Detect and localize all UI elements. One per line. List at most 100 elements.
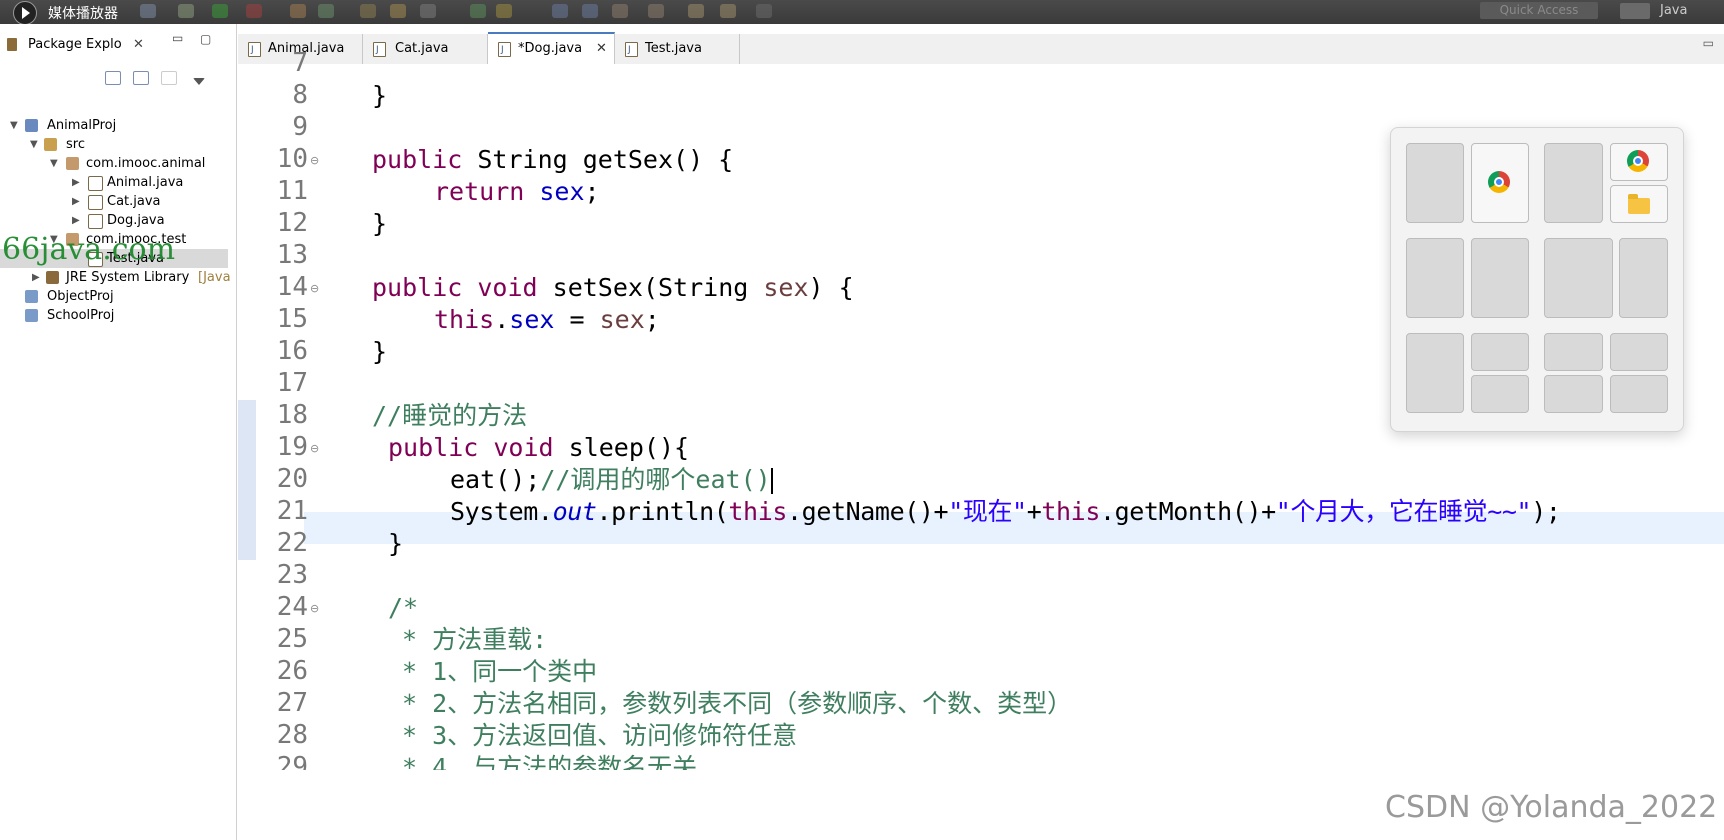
tree-node-schoolproj[interactable]: SchoolProj (0, 306, 236, 325)
comment-token: * 4、与方法的参数名无关 (402, 753, 698, 770)
maximize-button[interactable]: ▢ (200, 32, 211, 46)
fold-icon[interactable]: ⊖ (310, 442, 319, 455)
view-menu-icon[interactable] (193, 78, 205, 85)
next-annotation-icon[interactable] (612, 4, 628, 18)
code-token: setSex(String (537, 273, 764, 302)
tab-label: Test.java (645, 41, 702, 56)
editor-tab-bar: Animal.java Cat.java *Dog.java ✕ Test.ja… (238, 32, 1724, 65)
package-explorer-tab-label: Package Explo (28, 37, 122, 52)
open-perspective-button[interactable] (1620, 3, 1650, 19)
code-token: .println( (596, 497, 729, 526)
folder-icon[interactable] (390, 4, 406, 18)
java-file-icon (88, 195, 103, 210)
expand-arrow-icon[interactable]: ▶ (72, 173, 80, 192)
snap-zone[interactable] (1471, 333, 1529, 371)
snap-zone[interactable] (1544, 375, 1603, 413)
snap-zone[interactable] (1406, 333, 1464, 413)
snap-zone[interactable] (1406, 238, 1464, 318)
comment-token: * 2、方法名相同，参数列表不同（参数顺序、个数、类型） (402, 689, 1073, 718)
expand-arrow-icon[interactable]: ▶ (72, 211, 80, 230)
block-icon[interactable] (582, 4, 598, 18)
tree-node-dog-java[interactable]: ▶ Dog.java (0, 211, 236, 230)
snap-zone[interactable] (1471, 143, 1529, 223)
line-number: 20 (276, 464, 308, 494)
minimize-editor-button[interactable]: ▭ (1703, 36, 1714, 50)
open-type-icon[interactable] (318, 4, 334, 18)
code-token: = (554, 305, 600, 334)
forward-icon[interactable] (720, 4, 736, 18)
tree-node-jre-library[interactable]: ▶ JRE System Library [Java (0, 268, 236, 287)
code-line-8: } (372, 80, 387, 112)
snap-zone[interactable] (1544, 143, 1603, 223)
package-explorer-icon (7, 38, 17, 51)
line-number: 28 (276, 720, 308, 750)
forward-disabled-icon[interactable] (756, 4, 772, 18)
package-explorer-tab[interactable]: Package Explo ✕ (0, 32, 156, 58)
tree-node-cat-java[interactable]: ▶ Cat.java (0, 192, 236, 211)
csdn-watermark: CSDN @Yolanda_2022 (1385, 790, 1718, 825)
prev-annotation-icon[interactable] (648, 4, 664, 18)
snap-zone[interactable] (1544, 238, 1613, 318)
snap-zone[interactable] (1471, 238, 1529, 318)
minimize-button[interactable]: ▭ (172, 31, 183, 45)
code-token: } (388, 529, 404, 558)
line-number: 12 (276, 208, 308, 238)
fold-icon[interactable]: ⊖ (310, 602, 319, 615)
expand-arrow-icon[interactable]: ▶ (72, 192, 80, 211)
tab-test-java[interactable]: Test.java (615, 34, 740, 65)
close-icon[interactable]: ✕ (133, 32, 144, 58)
keyword-token: void (477, 273, 538, 302)
debug-icon[interactable] (246, 4, 262, 18)
tree-node-label: AnimalProj (47, 118, 117, 133)
snap-zone[interactable] (1406, 143, 1464, 223)
new-icon[interactable] (290, 4, 306, 18)
snap-zone[interactable] (1619, 238, 1668, 318)
tab-label: *Dog.java (518, 41, 583, 56)
fold-icon[interactable]: ⊖ (310, 282, 319, 295)
snap-zone[interactable] (1610, 185, 1668, 223)
tree-node-animalproj[interactable]: ▼ AnimalProj (0, 116, 236, 135)
snap-zone[interactable] (1610, 143, 1668, 181)
filter-icon[interactable] (161, 71, 177, 85)
tree-node-src[interactable]: ▼ src (0, 135, 236, 154)
snap-zone[interactable] (1610, 333, 1668, 371)
line-number: 27 (276, 688, 308, 718)
fold-icon[interactable]: ⊖ (310, 154, 319, 167)
gear-icon[interactable] (178, 4, 194, 18)
toggle-icon[interactable] (552, 4, 568, 18)
line-number: 9 (292, 112, 308, 142)
media-player-icon[interactable] (13, 1, 37, 25)
close-icon[interactable]: ✕ (596, 34, 607, 64)
code-token: ; (584, 177, 600, 206)
collapse-all-icon[interactable] (105, 71, 121, 85)
quick-access-input[interactable]: Quick Access (1480, 2, 1598, 19)
java-file-icon (498, 35, 511, 65)
code-line-10: public String getSex() { (372, 144, 733, 176)
java-perspective-button[interactable]: Java (1660, 3, 1687, 18)
snap-zone[interactable] (1471, 375, 1529, 413)
tree-node-objectproj[interactable]: ObjectProj (0, 287, 236, 306)
link-with-editor-icon[interactable] (133, 71, 149, 85)
back-icon[interactable] (688, 4, 704, 18)
tree-node-animal-java[interactable]: ▶ Animal.java (0, 173, 236, 192)
line-number: 23 (276, 560, 308, 590)
search-icon[interactable] (360, 4, 376, 18)
pen-icon[interactable] (420, 4, 436, 18)
toolbar-icon[interactable] (140, 4, 156, 18)
tab-dog-java[interactable]: *Dog.java ✕ (488, 32, 615, 65)
code-line-28: * 3、方法返回值、访问修饰符任意 (402, 720, 797, 752)
run-icon[interactable] (212, 4, 228, 18)
code-token: ); (1531, 497, 1561, 526)
snap-zone[interactable] (1610, 375, 1668, 413)
expand-arrow-icon[interactable]: ▼ (50, 154, 58, 173)
snap-zone[interactable] (1544, 333, 1603, 371)
expand-arrow-icon[interactable]: ▶ (32, 268, 40, 287)
expand-arrow-icon[interactable]: ▼ (10, 116, 18, 135)
line-number: 22 (276, 528, 308, 558)
pin-icon[interactable] (470, 4, 486, 18)
expand-arrow-icon[interactable]: ▼ (30, 135, 38, 154)
annotation-icon[interactable] (496, 4, 512, 18)
tab-cat-java[interactable]: Cat.java (363, 34, 488, 65)
tree-node-package-animal[interactable]: ▼ com.imooc.animal (0, 154, 236, 173)
keyword-token: this (728, 497, 788, 526)
